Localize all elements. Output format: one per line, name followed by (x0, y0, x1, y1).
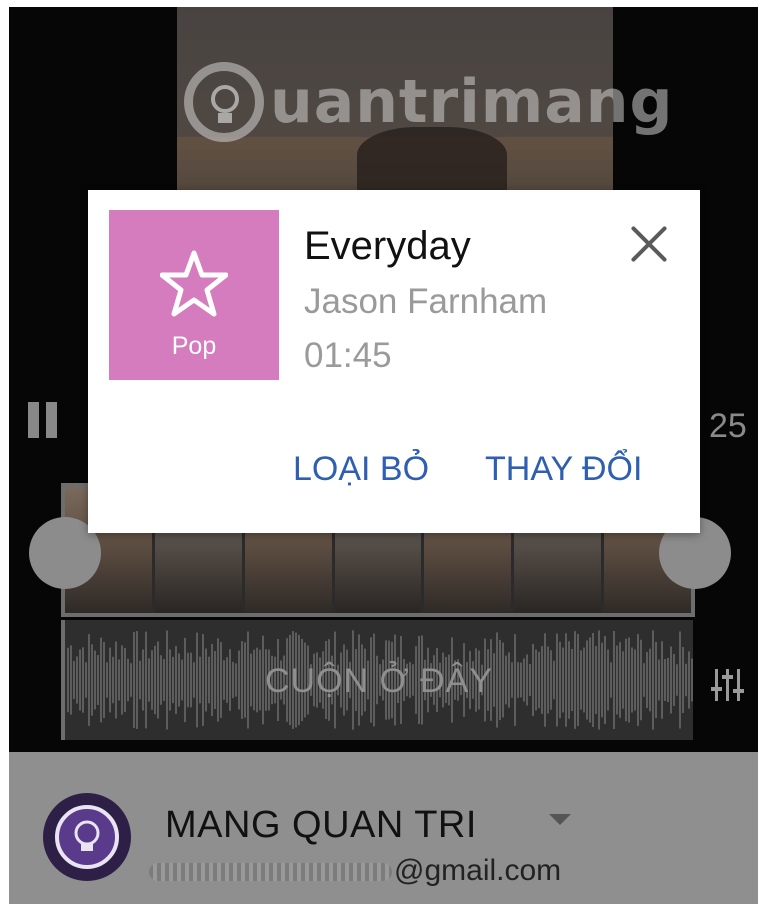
close-icon[interactable] (628, 223, 670, 265)
playback-time: 25 (709, 407, 747, 445)
song-info-dialog: Pop Everyday Jason Farnham 01:45 LOẠI BỎ… (88, 190, 700, 533)
watermark: uantrimang (184, 57, 704, 147)
song-duration: 01:45 (304, 336, 392, 375)
remove-button[interactable]: LOẠI BỎ (293, 450, 429, 489)
genre-tile: Pop (109, 210, 279, 380)
avatar[interactable] (43, 793, 131, 881)
song-title: Everyday (304, 224, 471, 268)
pause-icon[interactable] (28, 402, 58, 438)
chevron-down-icon[interactable] (549, 814, 571, 825)
change-button[interactable]: THAY ĐỔI (485, 450, 642, 489)
email-suffix: @gmail.com (394, 854, 562, 887)
account-email: @gmail.com (149, 854, 561, 888)
account-name: MANG QUAN TRI (165, 804, 477, 846)
email-redaction (149, 863, 392, 882)
audio-waveform[interactable]: CUỘN Ở ĐÂY (61, 620, 693, 740)
song-artist: Jason Farnham (304, 282, 548, 321)
watermark-text: uantrimang (270, 67, 674, 137)
scroll-hint: CUỘN Ở ĐÂY (264, 662, 494, 700)
lightbulb-logo-icon (184, 62, 264, 142)
lightbulb-logo-icon (55, 805, 119, 869)
genre-label: Pop (171, 332, 217, 360)
equalizer-icon[interactable] (711, 665, 745, 705)
star-icon (160, 250, 228, 317)
account-bar[interactable]: MANG QUAN TRI @gmail.com (9, 752, 758, 904)
